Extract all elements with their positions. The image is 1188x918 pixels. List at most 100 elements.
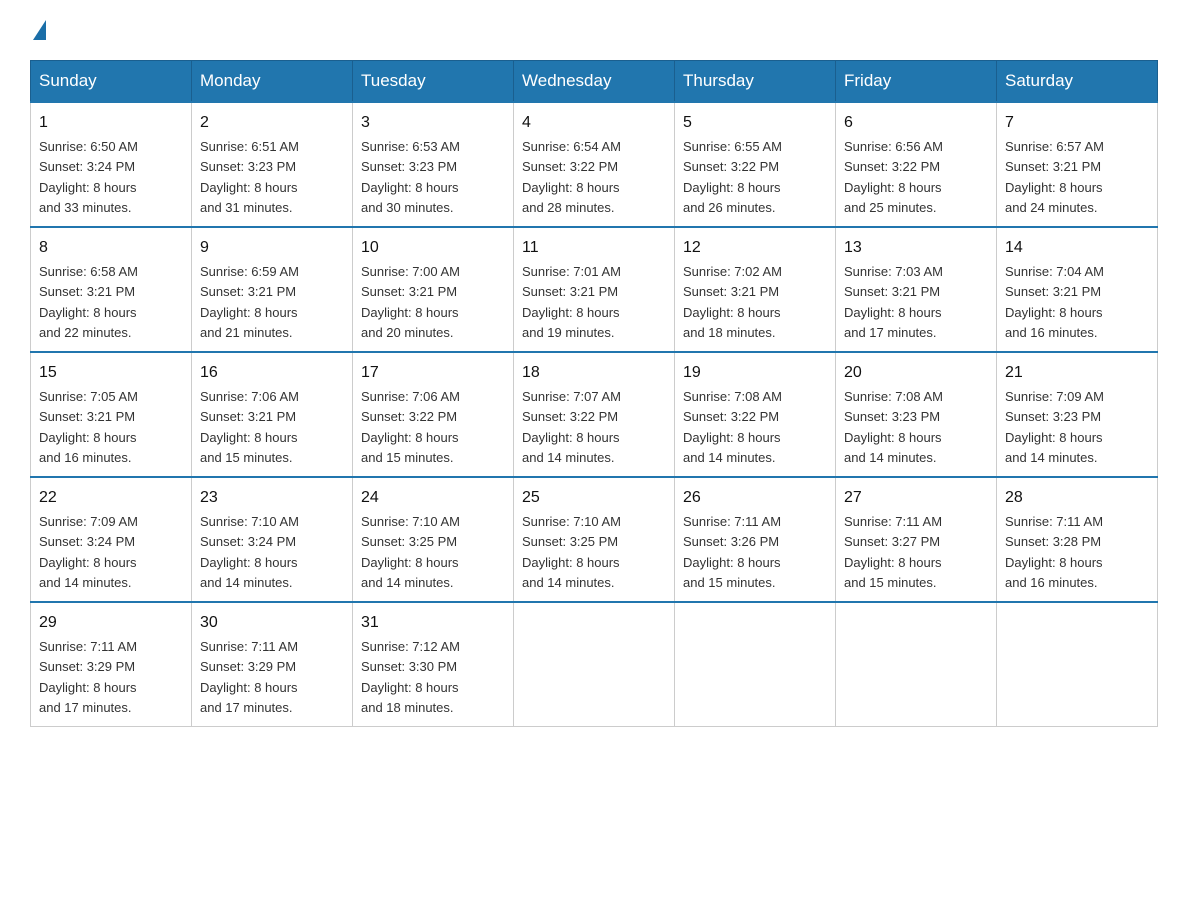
- day-info: Sunrise: 7:11 AMSunset: 3:26 PMDaylight:…: [683, 514, 781, 590]
- calendar-day-cell: 8 Sunrise: 6:58 AMSunset: 3:21 PMDayligh…: [31, 227, 192, 352]
- day-info: Sunrise: 6:54 AMSunset: 3:22 PMDaylight:…: [522, 139, 621, 215]
- day-info: Sunrise: 7:01 AMSunset: 3:21 PMDaylight:…: [522, 264, 621, 340]
- calendar-day-cell: 18 Sunrise: 7:07 AMSunset: 3:22 PMDaylig…: [514, 352, 675, 477]
- day-info: Sunrise: 7:11 AMSunset: 3:28 PMDaylight:…: [1005, 514, 1103, 590]
- day-of-week-header: Sunday: [31, 61, 192, 103]
- day-info: Sunrise: 6:59 AMSunset: 3:21 PMDaylight:…: [200, 264, 299, 340]
- day-number: 16: [200, 361, 344, 385]
- day-of-week-header: Friday: [836, 61, 997, 103]
- day-number: 24: [361, 486, 505, 510]
- calendar-body: 1 Sunrise: 6:50 AMSunset: 3:24 PMDayligh…: [31, 102, 1158, 727]
- day-info: Sunrise: 7:03 AMSunset: 3:21 PMDaylight:…: [844, 264, 943, 340]
- calendar-day-cell: 23 Sunrise: 7:10 AMSunset: 3:24 PMDaylig…: [192, 477, 353, 602]
- day-info: Sunrise: 6:56 AMSunset: 3:22 PMDaylight:…: [844, 139, 943, 215]
- calendar-day-cell: 13 Sunrise: 7:03 AMSunset: 3:21 PMDaylig…: [836, 227, 997, 352]
- day-of-week-header: Saturday: [997, 61, 1158, 103]
- calendar-day-cell: 25 Sunrise: 7:10 AMSunset: 3:25 PMDaylig…: [514, 477, 675, 602]
- calendar-week-row: 29 Sunrise: 7:11 AMSunset: 3:29 PMDaylig…: [31, 602, 1158, 727]
- day-number: 5: [683, 111, 827, 135]
- day-info: Sunrise: 6:58 AMSunset: 3:21 PMDaylight:…: [39, 264, 138, 340]
- calendar-day-cell: 27 Sunrise: 7:11 AMSunset: 3:27 PMDaylig…: [836, 477, 997, 602]
- day-number: 15: [39, 361, 183, 385]
- calendar-week-row: 22 Sunrise: 7:09 AMSunset: 3:24 PMDaylig…: [31, 477, 1158, 602]
- calendar-day-cell: 5 Sunrise: 6:55 AMSunset: 3:22 PMDayligh…: [675, 102, 836, 227]
- calendar-day-cell: 16 Sunrise: 7:06 AMSunset: 3:21 PMDaylig…: [192, 352, 353, 477]
- calendar-day-cell: 2 Sunrise: 6:51 AMSunset: 3:23 PMDayligh…: [192, 102, 353, 227]
- calendar-header: SundayMondayTuesdayWednesdayThursdayFrid…: [31, 61, 1158, 103]
- day-number: 21: [1005, 361, 1149, 385]
- calendar-table: SundayMondayTuesdayWednesdayThursdayFrid…: [30, 60, 1158, 727]
- day-number: 20: [844, 361, 988, 385]
- day-info: Sunrise: 7:08 AMSunset: 3:23 PMDaylight:…: [844, 389, 943, 465]
- calendar-day-cell: 26 Sunrise: 7:11 AMSunset: 3:26 PMDaylig…: [675, 477, 836, 602]
- calendar-day-cell: 17 Sunrise: 7:06 AMSunset: 3:22 PMDaylig…: [353, 352, 514, 477]
- calendar-day-cell: 15 Sunrise: 7:05 AMSunset: 3:21 PMDaylig…: [31, 352, 192, 477]
- day-number: 23: [200, 486, 344, 510]
- day-info: Sunrise: 6:50 AMSunset: 3:24 PMDaylight:…: [39, 139, 138, 215]
- calendar-day-cell: 20 Sunrise: 7:08 AMSunset: 3:23 PMDaylig…: [836, 352, 997, 477]
- calendar-day-cell: 9 Sunrise: 6:59 AMSunset: 3:21 PMDayligh…: [192, 227, 353, 352]
- day-number: 11: [522, 236, 666, 260]
- calendar-day-cell: [836, 602, 997, 727]
- calendar-day-cell: 12 Sunrise: 7:02 AMSunset: 3:21 PMDaylig…: [675, 227, 836, 352]
- day-number: 10: [361, 236, 505, 260]
- day-info: Sunrise: 7:10 AMSunset: 3:25 PMDaylight:…: [361, 514, 460, 590]
- day-number: 17: [361, 361, 505, 385]
- calendar-week-row: 1 Sunrise: 6:50 AMSunset: 3:24 PMDayligh…: [31, 102, 1158, 227]
- day-info: Sunrise: 7:10 AMSunset: 3:24 PMDaylight:…: [200, 514, 299, 590]
- day-of-week-header: Thursday: [675, 61, 836, 103]
- day-number: 9: [200, 236, 344, 260]
- day-number: 19: [683, 361, 827, 385]
- calendar-day-cell: 14 Sunrise: 7:04 AMSunset: 3:21 PMDaylig…: [997, 227, 1158, 352]
- day-number: 13: [844, 236, 988, 260]
- calendar-day-cell: 22 Sunrise: 7:09 AMSunset: 3:24 PMDaylig…: [31, 477, 192, 602]
- calendar-week-row: 15 Sunrise: 7:05 AMSunset: 3:21 PMDaylig…: [31, 352, 1158, 477]
- day-info: Sunrise: 7:08 AMSunset: 3:22 PMDaylight:…: [683, 389, 782, 465]
- calendar-day-cell: [675, 602, 836, 727]
- day-number: 25: [522, 486, 666, 510]
- day-number: 4: [522, 111, 666, 135]
- calendar-day-cell: 19 Sunrise: 7:08 AMSunset: 3:22 PMDaylig…: [675, 352, 836, 477]
- day-info: Sunrise: 7:10 AMSunset: 3:25 PMDaylight:…: [522, 514, 621, 590]
- day-info: Sunrise: 7:05 AMSunset: 3:21 PMDaylight:…: [39, 389, 138, 465]
- day-info: Sunrise: 7:11 AMSunset: 3:29 PMDaylight:…: [39, 639, 137, 715]
- day-info: Sunrise: 7:06 AMSunset: 3:22 PMDaylight:…: [361, 389, 460, 465]
- calendar-day-cell: 29 Sunrise: 7:11 AMSunset: 3:29 PMDaylig…: [31, 602, 192, 727]
- day-info: Sunrise: 7:09 AMSunset: 3:23 PMDaylight:…: [1005, 389, 1104, 465]
- calendar-day-cell: 24 Sunrise: 7:10 AMSunset: 3:25 PMDaylig…: [353, 477, 514, 602]
- day-number: 12: [683, 236, 827, 260]
- calendar-day-cell: 31 Sunrise: 7:12 AMSunset: 3:30 PMDaylig…: [353, 602, 514, 727]
- day-info: Sunrise: 7:00 AMSunset: 3:21 PMDaylight:…: [361, 264, 460, 340]
- calendar-week-row: 8 Sunrise: 6:58 AMSunset: 3:21 PMDayligh…: [31, 227, 1158, 352]
- day-info: Sunrise: 6:57 AMSunset: 3:21 PMDaylight:…: [1005, 139, 1104, 215]
- calendar-day-cell: 3 Sunrise: 6:53 AMSunset: 3:23 PMDayligh…: [353, 102, 514, 227]
- day-info: Sunrise: 6:55 AMSunset: 3:22 PMDaylight:…: [683, 139, 782, 215]
- day-number: 3: [361, 111, 505, 135]
- calendar-day-cell: 1 Sunrise: 6:50 AMSunset: 3:24 PMDayligh…: [31, 102, 192, 227]
- day-number: 26: [683, 486, 827, 510]
- day-number: 14: [1005, 236, 1149, 260]
- day-number: 2: [200, 111, 344, 135]
- day-of-week-header: Tuesday: [353, 61, 514, 103]
- day-info: Sunrise: 7:06 AMSunset: 3:21 PMDaylight:…: [200, 389, 299, 465]
- days-of-week-row: SundayMondayTuesdayWednesdayThursdayFrid…: [31, 61, 1158, 103]
- day-number: 30: [200, 611, 344, 635]
- day-of-week-header: Wednesday: [514, 61, 675, 103]
- day-of-week-header: Monday: [192, 61, 353, 103]
- calendar-day-cell: 21 Sunrise: 7:09 AMSunset: 3:23 PMDaylig…: [997, 352, 1158, 477]
- calendar-day-cell: 4 Sunrise: 6:54 AMSunset: 3:22 PMDayligh…: [514, 102, 675, 227]
- day-number: 22: [39, 486, 183, 510]
- logo: [30, 20, 46, 40]
- day-number: 29: [39, 611, 183, 635]
- day-info: Sunrise: 7:07 AMSunset: 3:22 PMDaylight:…: [522, 389, 621, 465]
- day-number: 31: [361, 611, 505, 635]
- day-info: Sunrise: 7:11 AMSunset: 3:29 PMDaylight:…: [200, 639, 298, 715]
- day-info: Sunrise: 6:51 AMSunset: 3:23 PMDaylight:…: [200, 139, 299, 215]
- page-header: [30, 20, 1158, 40]
- day-number: 1: [39, 111, 183, 135]
- calendar-day-cell: 6 Sunrise: 6:56 AMSunset: 3:22 PMDayligh…: [836, 102, 997, 227]
- calendar-day-cell: [514, 602, 675, 727]
- day-info: Sunrise: 7:02 AMSunset: 3:21 PMDaylight:…: [683, 264, 782, 340]
- calendar-day-cell: 11 Sunrise: 7:01 AMSunset: 3:21 PMDaylig…: [514, 227, 675, 352]
- day-number: 8: [39, 236, 183, 260]
